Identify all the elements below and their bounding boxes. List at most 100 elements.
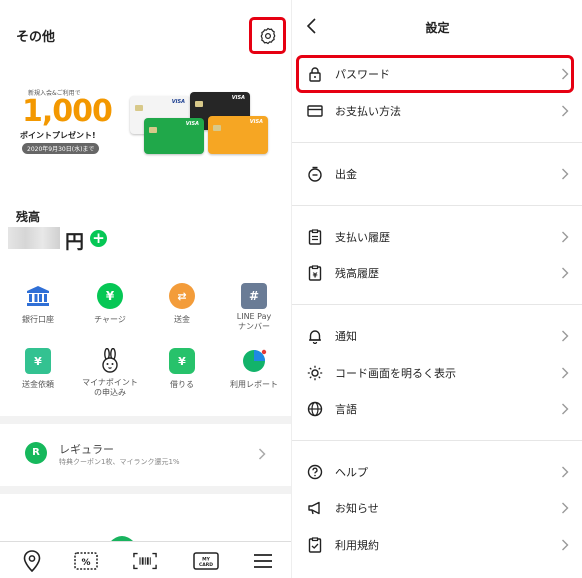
linepay-number-button[interactable]: # LINE Pay ナンバー [222, 283, 286, 332]
settings-screen: 設定 パスワード お支払い方法 出金 支払い履歴 ¥ 残高履歴 通知 コード画面… [291, 0, 582, 578]
mycard-tab[interactable]: MY CARD [192, 549, 220, 573]
usage-report-button[interactable]: 利用レポート [222, 348, 286, 390]
send-icon: ⇄ [169, 283, 195, 309]
section-divider [0, 486, 291, 494]
svg-text:¥: ¥ [313, 272, 318, 280]
withdraw-icon [308, 166, 322, 182]
mynapoint-button[interactable]: マイナポイント の申込み [78, 348, 142, 398]
membership-rank-row[interactable]: R レギュラー 特典クーポン1枚、マイランク還元1% [0, 424, 291, 486]
divider [292, 205, 582, 206]
settings-row-terms[interactable]: 利用規約 [292, 527, 582, 563]
mycard-icon: MYCARD [193, 552, 219, 570]
settings-row-balance-history[interactable]: ¥ 残高履歴 [292, 255, 582, 291]
balance-label: 残高 [16, 210, 41, 224]
campaign-banner[interactable]: 新規入会&ご利用で 1,000 ポイントプレゼント! 2020年9月30日(水)… [14, 84, 279, 162]
other-screen: その他 新規入会&ご利用で 1,000 ポイントプレゼント! 2020年9月30… [0, 0, 291, 578]
menu-icon [254, 554, 272, 568]
settings-button[interactable] [249, 17, 286, 54]
settings-row-label: 言語 [335, 403, 357, 416]
chevron-right-icon [562, 168, 569, 180]
divider [292, 142, 582, 143]
brightness-icon [307, 365, 323, 381]
grid-label: チャージ [94, 315, 126, 324]
help-icon [307, 464, 323, 480]
grid-label: 利用レポート [230, 380, 278, 389]
settings-row-news[interactable]: お知らせ [292, 490, 582, 526]
divider [292, 440, 582, 441]
settings-row-payment-history[interactable]: 支払い履歴 [292, 219, 582, 255]
request-icon: ¥ [25, 348, 51, 374]
chevron-right-icon [562, 403, 569, 415]
rank-badge: R [25, 442, 47, 464]
settings-row-label: お支払い方法 [335, 105, 401, 118]
balance-history-icon: ¥ [308, 265, 322, 281]
charge-button[interactable]: ¥ チャージ [78, 283, 142, 325]
settings-row-brightness[interactable]: コード画面を明るく表示 [292, 355, 582, 391]
grid-label: 借りる [170, 380, 194, 389]
settings-row-label: ヘルプ [335, 466, 368, 479]
add-balance-button[interactable]: + [90, 230, 107, 247]
banner-date: 2020年9月30日(水)まで [22, 143, 100, 154]
balance-amount-hidden [8, 227, 60, 249]
bank-account-button[interactable]: 銀行口座 [6, 283, 70, 325]
borrow-icon: ¥ [169, 348, 195, 374]
terms-icon [308, 537, 322, 553]
chevron-right-icon [562, 231, 569, 243]
bottom-navigation: % MY CARD [0, 541, 291, 578]
grid-label: 送金依頼 [22, 380, 54, 389]
number-icon: # [241, 283, 267, 309]
code-tab[interactable] [133, 549, 157, 573]
card-green: VISA [144, 118, 204, 154]
settings-row-label: 残高履歴 [335, 267, 379, 280]
svg-text:MY: MY [202, 557, 210, 563]
grid-label: 銀行口座 [22, 315, 54, 324]
banner-present-text: ポイントプレゼント! [20, 131, 96, 140]
barcode-icon [133, 552, 157, 570]
coupon-icon: % [74, 552, 98, 570]
settings-row-help[interactable]: ヘルプ [292, 454, 582, 490]
settings-row-label: お知らせ [335, 502, 379, 515]
settings-row-notifications[interactable]: 通知 [292, 318, 582, 354]
rank-subtitle: 特典クーポン1枚、マイランク還元1% [59, 458, 180, 466]
settings-row-withdraw[interactable]: 出金 [292, 156, 582, 192]
settings-row-label: 支払い履歴 [335, 231, 390, 244]
settings-row-label: 利用規約 [335, 539, 379, 552]
globe-icon [307, 401, 323, 417]
coupon-tab[interactable]: % [74, 549, 98, 573]
highlight-box [296, 55, 574, 93]
send-button[interactable]: ⇄ 送金 [150, 283, 214, 325]
map-tab[interactable] [20, 549, 44, 573]
settings-row-label: 通知 [335, 330, 357, 343]
settings-row-language[interactable]: 言語 [292, 391, 582, 427]
menu-tab[interactable] [251, 549, 275, 573]
location-icon [23, 550, 41, 572]
divider [292, 304, 582, 305]
card-orange: VISA [208, 116, 268, 154]
card-icon [307, 105, 323, 117]
balance-unit: 円 [65, 231, 85, 253]
bell-icon [309, 330, 321, 344]
grid-label: マイナポイント の申込み [82, 378, 138, 397]
settings-row-payment-method[interactable]: お支払い方法 [292, 93, 582, 129]
gear-icon [260, 27, 275, 44]
borrow-button[interactable]: ¥ 借りる [150, 348, 214, 390]
chevron-right-icon [562, 267, 569, 279]
svg-text:CARD: CARD [199, 562, 213, 568]
send-request-button[interactable]: ¥ 送金依頼 [6, 348, 70, 390]
bank-icon [25, 283, 51, 309]
settings-row-label: コード画面を明るく表示 [335, 367, 456, 380]
grid-label: LINE Pay ナンバー [236, 312, 272, 331]
charge-icon: ¥ [97, 283, 123, 309]
settings-row-label: 出金 [335, 168, 357, 181]
mynapoint-icon [97, 348, 123, 374]
page-title: その他 [16, 30, 56, 45]
chevron-right-icon [562, 466, 569, 478]
banner-amount: 1,000 [22, 94, 113, 129]
chevron-right-icon [562, 330, 569, 342]
svg-text:%: % [81, 558, 90, 568]
section-divider [0, 416, 291, 424]
chevron-right-icon [562, 502, 569, 514]
page-title: 設定 [425, 21, 450, 35]
report-icon [241, 348, 267, 374]
chevron-right-icon [562, 539, 569, 551]
